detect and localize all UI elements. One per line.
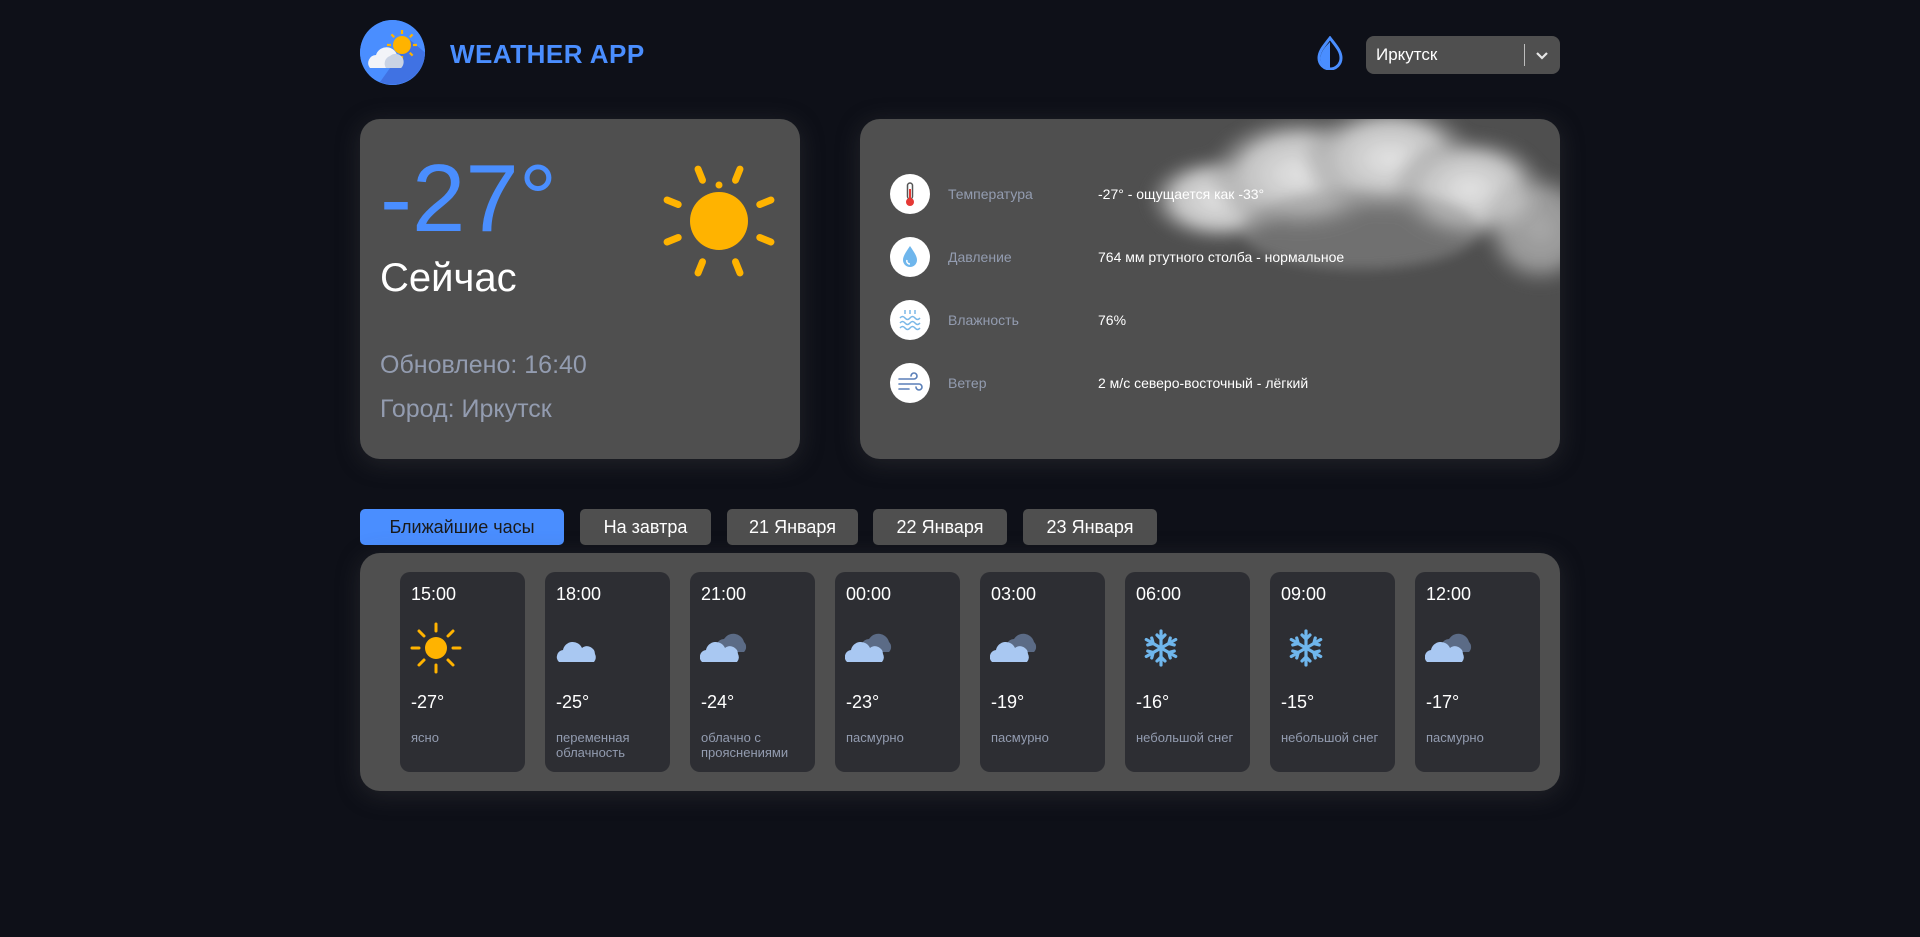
forecast-description: пасмурно (846, 730, 904, 745)
tab-tomorrow[interactable]: На завтра (580, 509, 711, 545)
current-temperature: -27° (380, 145, 558, 252)
clouds-icon (844, 622, 897, 674)
tab-jan-21[interactable]: 21 Января (727, 509, 858, 545)
city-select[interactable]: Иркутск (1366, 36, 1560, 74)
pressure-drop-icon (890, 237, 930, 277)
wind-icon (890, 363, 930, 403)
clouds-icon (699, 622, 752, 674)
snowflake-icon (1280, 622, 1332, 674)
forecast-description: облачно с прояснениями (701, 730, 789, 760)
weather-details-card: Температура -27° - ощущается как -33° Да… (860, 119, 1560, 459)
weather-logo-icon[interactable] (360, 20, 425, 85)
forecast-time: 15:00 (411, 584, 457, 604)
forecast-temperature: -25° (556, 692, 590, 712)
forecast-time: 00:00 (846, 584, 892, 604)
forecast-description: ясно (411, 730, 439, 745)
forecast-temperature: -17° (1426, 692, 1460, 712)
forecast-time: 12:00 (1426, 584, 1472, 604)
chevron-down-icon[interactable] (1534, 47, 1550, 63)
forecast-card[interactable]: 15:00 -27° ясно (400, 572, 525, 772)
tab-jan-23[interactable]: 23 Января (1023, 509, 1157, 545)
detail-value: 764 мм ртутного столба - нормальное (1098, 249, 1345, 265)
updated-time: Обновлено: 16:40 (380, 351, 587, 379)
select-separator (1524, 44, 1525, 66)
forecast-card[interactable]: 09:00 -15° небольшой снег (1270, 572, 1395, 772)
hourly-forecast-panel: 15:00 -27° ясно 18:00 -25° переменная об… (360, 553, 1560, 791)
thermometer-icon (890, 174, 930, 214)
forecast-time: 03:00 (991, 584, 1037, 604)
forecast-temperature: -24° (701, 692, 735, 712)
current-city: Город: Иркутск (380, 395, 552, 423)
forecast-description: небольшой снег (1281, 730, 1379, 745)
forecast-description: переменная облачность (556, 730, 630, 760)
forecast-temperature: -19° (991, 692, 1025, 712)
forecast-time: 06:00 (1136, 584, 1182, 604)
forecast-temperature: -27° (411, 692, 445, 712)
forecast-temperature: -15° (1281, 692, 1315, 712)
forecast-time: 21:00 (701, 584, 747, 604)
detail-row-pressure: Давление 764 мм ртутного столба - нормал… (890, 237, 1530, 277)
tab-nearest-hours[interactable]: Ближайшие часы (360, 509, 564, 545)
city-select-value: Иркутск (1376, 45, 1438, 64)
app-title: WEATHER APP (450, 39, 645, 69)
clouds-icon (989, 622, 1042, 674)
detail-name: Давление (948, 249, 1012, 265)
detail-value: 2 м/с северо-восточный - лёгкий (1098, 375, 1309, 391)
humidity-icon (890, 300, 930, 340)
forecast-card[interactable]: 00:00 -23° пасмурно (835, 572, 960, 772)
header: WEATHER APP Иркутск (360, 20, 1560, 86)
tab-jan-22[interactable]: 22 Января (873, 509, 1007, 545)
cloud-icon (555, 622, 607, 674)
cloud-background-image (1130, 119, 1560, 309)
detail-name: Температура (948, 186, 1033, 202)
snowflake-icon (1135, 622, 1187, 674)
app-container: WEATHER APP Иркутск -27° Сейчас Обновлен… (360, 0, 1560, 937)
forecast-temperature: -23° (846, 692, 880, 712)
drop-icon[interactable] (1315, 35, 1345, 71)
detail-value: 76% (1098, 312, 1127, 328)
forecast-card[interactable]: 18:00 -25° переменная облачность (545, 572, 670, 772)
forecast-card[interactable]: 21:00 -24° облачно с прояснениями (690, 572, 815, 772)
detail-name: Влажность (948, 312, 1019, 328)
forecast-time: 18:00 (556, 584, 602, 604)
forecast-temperature: -16° (1136, 692, 1170, 712)
sun-icon (657, 159, 781, 283)
detail-row-temperature: Температура -27° - ощущается как -33° (890, 174, 1530, 214)
current-weather-card: -27° Сейчас Обновлено: 16:40 Город: Ирку… (360, 119, 800, 459)
detail-row-wind: Ветер 2 м/с северо-восточный - лёгкий (890, 363, 1530, 403)
forecast-card[interactable]: 12:00 -17° пасмурно (1415, 572, 1540, 772)
detail-value: -27° - ощущается как -33° (1098, 186, 1265, 202)
forecast-description: небольшой снег (1136, 730, 1234, 745)
clouds-icon (1424, 622, 1477, 674)
forecast-card[interactable]: 03:00 -19° пасмурно (980, 572, 1105, 772)
detail-name: Ветер (948, 375, 987, 391)
forecast-description: пасмурно (1426, 730, 1484, 745)
detail-row-humidity: Влажность 76% (890, 300, 1530, 340)
forecast-card[interactable]: 06:00 -16° небольшой снег (1125, 572, 1250, 772)
sun-icon (410, 622, 462, 674)
forecast-time: 09:00 (1281, 584, 1327, 604)
forecast-description: пасмурно (991, 730, 1049, 745)
current-label: Сейчас (380, 256, 517, 300)
